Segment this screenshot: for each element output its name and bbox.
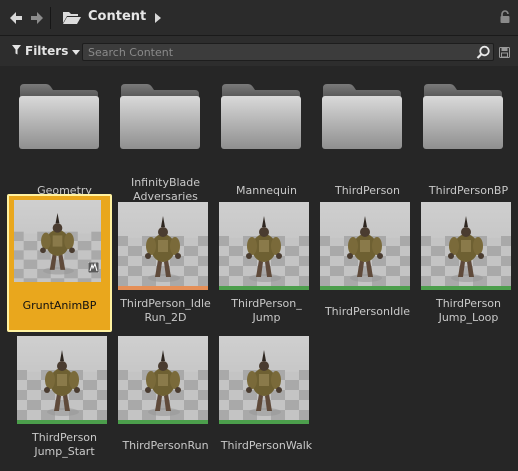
asset-type-bar	[118, 420, 208, 424]
chevron-down-icon	[72, 44, 81, 58]
folder-infinityblade-adversaries[interactable]: InfinityBlade Adversaries	[117, 78, 214, 203]
asset-thumbnail	[219, 336, 309, 424]
folder-label: ThirdPerson	[334, 184, 401, 197]
asset-type-bar	[421, 286, 511, 290]
folder-label: InfinityBlade Adversaries	[130, 176, 201, 203]
asset-label: ThirdPerson Jump_Loop	[435, 297, 502, 324]
asset-label: GruntAnimBP	[22, 299, 97, 312]
breadcrumb-content[interactable]: Content	[88, 9, 146, 24]
asset-grid: Geometry InfinityBlade Adversaries Manneq…	[0, 66, 518, 471]
asset-label: ThirdPersonIdle	[324, 305, 411, 318]
arrow-left-icon	[8, 9, 24, 27]
breadcrumb-chevron-icon[interactable]	[154, 12, 162, 27]
folder-label: ThirdPersonBP	[428, 184, 509, 197]
folder-icon	[119, 82, 201, 153]
asset-thumbnail	[17, 336, 107, 424]
filter-icon	[12, 44, 21, 58]
asset-thirdpersonwalk[interactable]: ThirdPersonWalk	[218, 336, 315, 466]
asset-thumbnail	[118, 336, 208, 424]
asset-type-bar	[219, 286, 309, 290]
folder-mannequin[interactable]: Mannequin	[218, 78, 315, 203]
asset-type-bar	[219, 420, 309, 424]
asset-label: ThirdPerson_Idle Run_2D	[120, 297, 211, 324]
folder-icon	[321, 82, 403, 153]
filters-button[interactable]: Filters	[12, 43, 81, 59]
save-search-icon[interactable]	[499, 47, 510, 61]
animation-blueprint-icon	[87, 261, 100, 276]
folder-icon	[422, 82, 504, 153]
folder-icon	[18, 82, 100, 153]
search-icon[interactable]	[476, 45, 491, 63]
asset-label: ThirdPerson Jump_Start	[31, 431, 98, 458]
path-bar: Content	[0, 0, 518, 36]
folder-icon	[220, 82, 302, 153]
asset-label: ThirdPersonRun	[122, 439, 209, 452]
asset-thumbnail	[320, 202, 410, 290]
asset-thirdperson-jump[interactable]: ThirdPerson_ Jump	[218, 202, 315, 332]
asset-type-bar	[118, 286, 208, 290]
arrow-right-icon	[29, 9, 45, 27]
folder-thirdpersonbp[interactable]: ThirdPersonBP	[420, 78, 517, 203]
search-input[interactable]	[88, 45, 468, 59]
asset-thumbnail	[421, 202, 511, 290]
folder-label: Mannequin	[236, 184, 297, 197]
folder-geometry[interactable]: Geometry	[16, 78, 113, 203]
asset-thumbnail	[118, 202, 208, 290]
asset-type-bar	[17, 420, 107, 424]
filter-bar: Filters	[0, 36, 518, 66]
asset-gruntanimbp[interactable]: GruntAnimBP	[7, 194, 112, 332]
asset-thirdpersonjump-loop[interactable]: ThirdPerson Jump_Loop	[420, 202, 517, 332]
asset-thirdpersonjump-start[interactable]: ThirdPerson Jump_Start	[16, 336, 113, 466]
asset-thirdpersonrun[interactable]: ThirdPersonRun	[117, 336, 214, 466]
forward-button[interactable]	[29, 9, 45, 27]
asset-thirdperson-idlerun-2d[interactable]: ThirdPerson_Idle Run_2D	[117, 202, 214, 332]
folder-thirdperson[interactable]: ThirdPerson	[319, 78, 416, 203]
asset-type-bar	[320, 286, 410, 290]
asset-thumbnail	[219, 202, 309, 290]
lock-icon[interactable]	[499, 10, 511, 27]
search-box	[82, 43, 494, 61]
filters-label: Filters	[25, 44, 69, 58]
asset-label: ThirdPersonWalk	[220, 439, 313, 452]
asset-thirdpersonidle[interactable]: ThirdPersonIdle	[319, 202, 416, 332]
asset-label: ThirdPerson_ Jump	[231, 297, 302, 324]
separator	[50, 7, 51, 29]
folder-open-icon	[62, 10, 82, 28]
back-button[interactable]	[8, 9, 24, 27]
